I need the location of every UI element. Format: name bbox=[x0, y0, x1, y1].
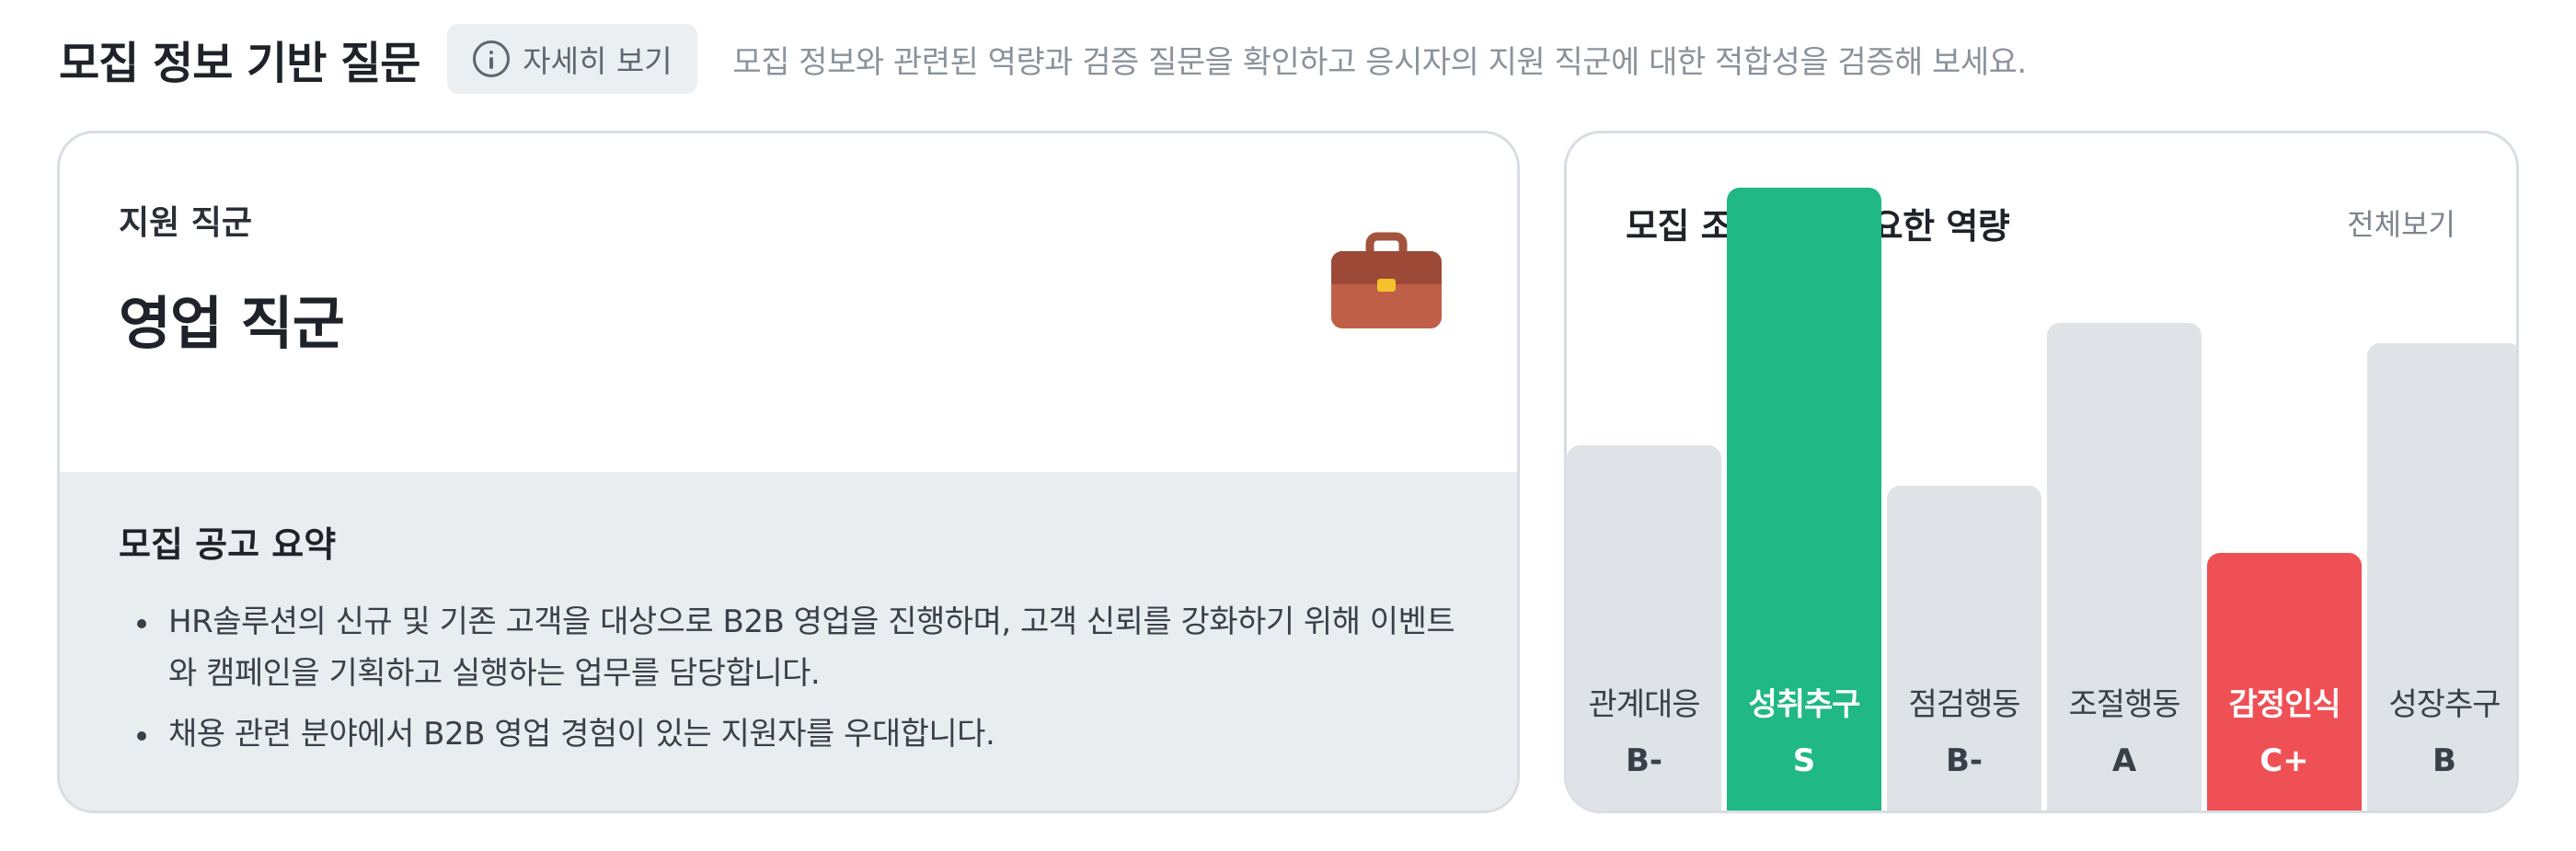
competency-bar[interactable]: 감정인식 C+ bbox=[2207, 553, 2362, 811]
job-category-label: 지원 직군 bbox=[119, 204, 253, 242]
competency-name: 감정인식 bbox=[2228, 686, 2340, 723]
competency-grade: B- bbox=[1625, 742, 1663, 779]
summary-title: 모집 공고 요약 bbox=[119, 524, 337, 565]
summary-list: HR솔루션의 신규 및 기존 고객을 대상으로 B2B 영업을 진행하며, 고객… bbox=[119, 596, 1458, 760]
summary-item: 채용 관련 분야에서 B2B 영업 경험이 있는 지원자를 우대합니다. bbox=[119, 708, 1458, 760]
job-category-card: 지원 직군 영업 직군 모집 공고 요약 HR솔루션의 신규 및 기존 고객을 … bbox=[57, 131, 1520, 813]
job-posting-summary: 모집 공고 요약 HR솔루션의 신규 및 기존 고객을 대상으로 B2B 영업을… bbox=[60, 472, 1517, 811]
job-category-value: 영업 직군 bbox=[119, 290, 345, 357]
competency-bar[interactable]: 조절행동 A bbox=[2047, 323, 2202, 811]
detail-button[interactable]: 자세히 보기 bbox=[447, 24, 698, 94]
competency-bar[interactable]: 관계대응 B- bbox=[1567, 445, 1721, 811]
detail-button-label: 자세히 보기 bbox=[523, 43, 673, 79]
competency-bar[interactable]: 점검행동 B- bbox=[1887, 486, 2041, 811]
summary-item: HR솔루션의 신규 및 기존 고객을 대상으로 B2B 영업을 진행하며, 고객… bbox=[119, 596, 1458, 699]
competency-grade: C+ bbox=[2260, 742, 2309, 779]
job-category-header: 지원 직군 영업 직군 bbox=[60, 133, 1517, 472]
required-competency-card: 모집 조건에서 필요한 역량 전체보기 관계대응B-성취추구S점검행동B-조절행… bbox=[1564, 131, 2519, 813]
competency-name: 조절행동 bbox=[2068, 686, 2180, 723]
competency-name: 점검행동 bbox=[1908, 686, 2020, 723]
competency-name: 관계대응 bbox=[1588, 686, 1700, 723]
competency-chart: 관계대응 B- 성취추구 S 점검행동 B- 조절행동 A 감정인식 C+ 성장추구 B bbox=[1567, 133, 2516, 811]
competency-bar[interactable]: 성취추구 S bbox=[1727, 188, 1881, 811]
competency-grade: A bbox=[2111, 742, 2137, 779]
section-header: 모집 정보 기반 질문 자세히 보기 모집 정보와 관련된 역량과 검증 질문을… bbox=[59, 24, 2027, 94]
info-icon bbox=[473, 40, 511, 77]
competency-bar[interactable]: 성장추구 B bbox=[2367, 343, 2516, 811]
section-description: 모집 정보와 관련된 역량과 검증 질문을 확인하고 응시자의 지원 직군에 대… bbox=[732, 43, 2027, 81]
competency-grade: S bbox=[1792, 742, 1816, 779]
briefcase-icon bbox=[1331, 232, 1442, 328]
competency-grade: B bbox=[2432, 742, 2456, 779]
competency-grade: B- bbox=[1945, 742, 1984, 779]
section-title: 모집 정보 기반 질문 bbox=[59, 38, 420, 89]
competency-name: 성장추구 bbox=[2388, 686, 2501, 723]
competency-name: 성취추구 bbox=[1748, 686, 1860, 723]
